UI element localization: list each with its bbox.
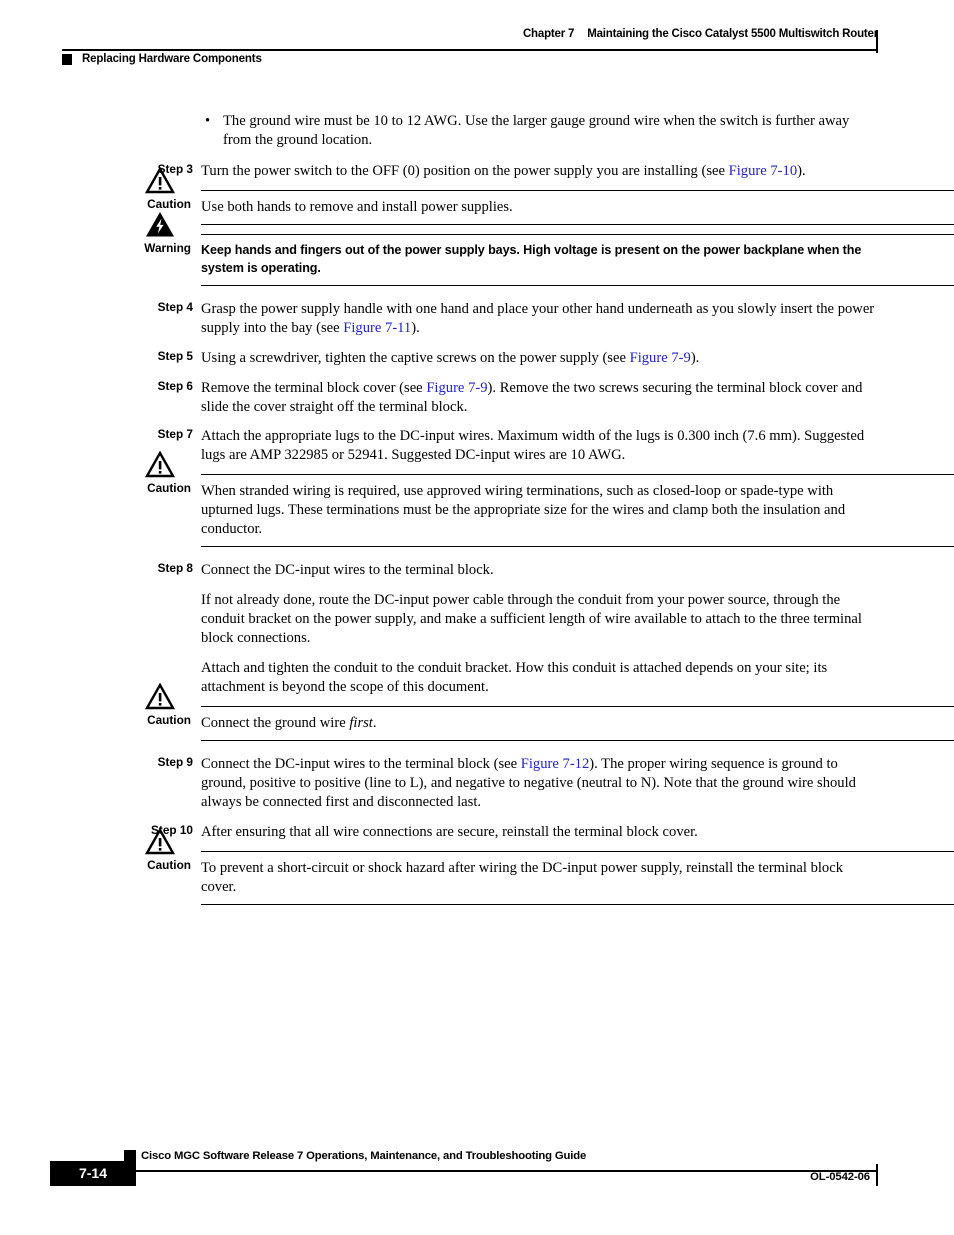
body-paragraph: If not already done, route the DC-input … — [201, 592, 862, 647]
caution-triangle-icon — [144, 827, 176, 855]
caution-block: Caution To prevent a short-circuit or sh… — [0, 827, 954, 905]
header-chapter-title: Maintaining the Cisco Catalyst 5500 Mult… — [587, 28, 878, 40]
step-text: Connect the DC-input wires to the termin… — [201, 562, 494, 579]
step-text-before: Grasp the power supply handle with one h… — [201, 300, 875, 336]
step-text-before: Remove the terminal block cover (see — [201, 379, 427, 396]
page-content: • The ground wire must be 10 to 12 AWG. … — [0, 112, 954, 919]
figure-link[interactable]: Figure 7-12 — [521, 756, 590, 772]
footer-document-title: Cisco MGC Software Release 7 Operations,… — [141, 1150, 587, 1162]
paragraph-row: Attach and tighten the conduit to the co… — [0, 659, 954, 697]
header-chapter-label: Chapter 7 — [522, 28, 575, 40]
page-header: Chapter 7 Maintaining the Cisco Catalyst … — [0, 28, 954, 74]
caution-label: Caution — [147, 481, 191, 496]
step-row: Step 3 Turn the power switch to the OFF … — [0, 162, 954, 181]
step-row: Step 10 After ensuring that all wire con… — [0, 823, 954, 842]
header-chapter-line: Chapter 7 Maintaining the Cisco Catalyst … — [523, 28, 878, 40]
step-label: Step 8 — [157, 561, 193, 576]
step-row: Step 6 Remove the terminal block cover (… — [0, 379, 954, 417]
step-label: Step 4 — [157, 299, 193, 314]
caution-emphasis: first — [349, 715, 373, 732]
caution-label: Caution — [147, 857, 191, 872]
paragraph-row: If not already done, route the DC-input … — [0, 591, 954, 648]
caution-block: Caution Connect the ground wire first. — [0, 682, 954, 742]
caution-text: Connect the ground wire first. — [201, 714, 876, 733]
page-number: 7-14 — [78, 1165, 108, 1181]
figure-link[interactable]: Figure 7-9 — [426, 380, 487, 396]
step-row: Step 5 Using a screwdriver, tighten the … — [0, 349, 954, 368]
step-text-before: Turn the power switch to the OFF (0) pos… — [201, 162, 729, 179]
footer-edge-tick — [876, 1164, 879, 1186]
section-marker-icon — [62, 53, 72, 65]
step-label: Step 6 — [157, 378, 193, 393]
caution-text: To prevent a short-circuit or shock haza… — [201, 859, 843, 895]
step-text: Connect the DC-input wires to the termin… — [201, 755, 876, 812]
document-id: OL-0542-06 — [810, 1171, 870, 1183]
page-footer: Cisco MGC Software Release 7 Operations,… — [0, 1150, 954, 1210]
step-label: Step 5 — [157, 348, 193, 363]
caution-text-after: . — [372, 715, 377, 732]
caution-block: Caution When stranded wiring is required… — [0, 450, 954, 548]
step-row: Step 7 Attach the appropriate lugs to th… — [0, 427, 954, 465]
warning-text: Keep hands and fingers out of the power … — [201, 242, 862, 275]
step-row: Step 8 Connect the DC-input wires to the… — [0, 561, 954, 580]
step-text: Attach the appropriate lugs to the DC-in… — [201, 428, 865, 464]
header-divider — [62, 49, 877, 51]
caution-block: Caution Use both hands to remove and ins… — [0, 166, 954, 225]
body-paragraph: Attach and tighten the conduit to the co… — [201, 660, 828, 696]
bullet-text: The ground wire must be 10 to 12 AWG. Us… — [223, 113, 850, 148]
caution-triangle-icon — [144, 450, 176, 478]
header-section-title: Replacing Hardware Components — [82, 53, 262, 65]
caution-text: Use both hands to remove and install pow… — [201, 198, 513, 215]
document-page: Chapter 7 Maintaining the Cisco Catalyst … — [0, 0, 954, 1235]
warning-label: Warning — [144, 240, 191, 255]
step-label: Step 9 — [157, 755, 193, 770]
figure-link[interactable]: Figure 7-9 — [630, 350, 691, 366]
warning-lightning-triangle-icon — [145, 211, 175, 238]
step-text: Turn the power switch to the OFF (0) pos… — [201, 162, 876, 181]
figure-link[interactable]: Figure 7-10 — [729, 163, 798, 179]
warning-block: Warning Keep hands and fingers out of th… — [0, 211, 954, 286]
bullet-point-icon: • — [205, 113, 211, 129]
figure-link[interactable]: Figure 7-11 — [343, 320, 411, 336]
header-edge-tick — [876, 30, 879, 53]
caution-triangle-icon — [144, 682, 176, 710]
step-text-before: Connect the DC-input wires to the termin… — [201, 756, 521, 773]
step-text-after: ). — [411, 319, 420, 336]
step-text: After ensuring that all wire connections… — [201, 824, 698, 840]
step-row: Step 9 Connect the DC-input wires to the… — [0, 755, 954, 812]
step-text: Grasp the power supply handle with one h… — [201, 300, 876, 338]
step-row: Step 4 Grasp the power supply handle wit… — [0, 300, 954, 338]
caution-text-before: Connect the ground wire — [201, 715, 350, 732]
step-text-after: ). — [690, 349, 700, 366]
caution-label: Caution — [147, 713, 191, 728]
footer-divider — [62, 1170, 877, 1172]
step-text: Using a screwdriver, tighten the captive… — [201, 349, 876, 368]
caution-triangle-icon — [144, 166, 176, 194]
caution-text: When stranded wiring is required, use ap… — [201, 483, 846, 538]
caution-label: Caution — [147, 196, 191, 211]
step-text-after: ). — [797, 162, 806, 179]
step-label: Step 7 — [157, 427, 193, 442]
step-text-before: Using a screwdriver, tighten the captive… — [201, 349, 630, 366]
header-section: Replacing Hardware Components — [62, 53, 262, 65]
step-text: Remove the terminal block cover (see Fig… — [201, 379, 876, 417]
bullet-list-item: • The ground wire must be 10 to 12 AWG. … — [0, 112, 954, 150]
